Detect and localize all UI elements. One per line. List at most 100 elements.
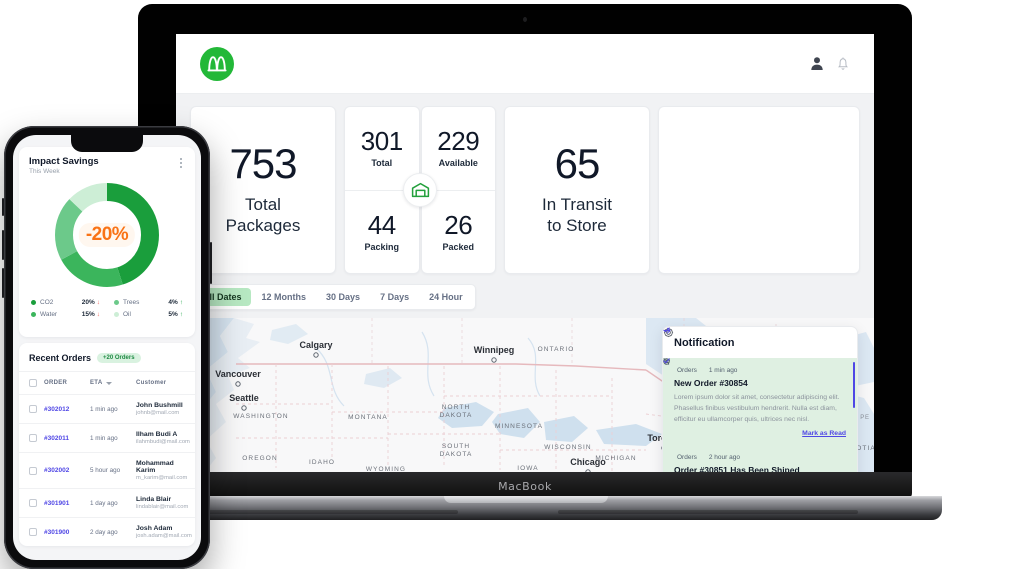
customer-name: Ilham Budi A bbox=[136, 431, 178, 438]
bell-icon[interactable] bbox=[836, 56, 850, 71]
user-icon[interactable] bbox=[810, 56, 824, 71]
column-header-order[interactable]: ORDER bbox=[44, 380, 90, 386]
order-customer: Mohammad Karim m_karim@mail.com bbox=[136, 460, 187, 481]
impact-donut-chart[interactable]: -20% bbox=[29, 175, 185, 295]
shipment-map[interactable]: Calgary Vancouver Seattle Winnipeg Ottaw… bbox=[176, 318, 874, 472]
order-customer: John Bushmill johnb@mail.com bbox=[136, 402, 185, 416]
orders-table-header: ORDER ETA Customer bbox=[19, 371, 195, 394]
notification-category: Orders bbox=[663, 358, 697, 461]
customer-name: Josh Adam bbox=[136, 525, 173, 532]
notification-time: 2 hour ago bbox=[663, 358, 740, 461]
in-transit-label: In Transit to Store bbox=[542, 195, 612, 236]
notification-time-label: 1 min ago bbox=[708, 367, 738, 374]
map-region-oregon: OREGON bbox=[242, 455, 278, 462]
notification-item[interactable]: Orders bbox=[663, 358, 857, 472]
notification-panel: Notification Orders 1 min ago New Order … bbox=[662, 326, 858, 472]
legend-label-trees: Trees bbox=[123, 299, 140, 306]
stat-total-value: 301 bbox=[360, 126, 403, 157]
order-id[interactable]: #302002 bbox=[44, 467, 90, 474]
filter-7-days[interactable]: 7 Days bbox=[371, 288, 418, 306]
notification-category-label: Orders bbox=[677, 367, 697, 374]
legend-item-co2: CO2 20% ↓ bbox=[31, 299, 100, 306]
notification-action[interactable]: Mark as Read bbox=[663, 358, 846, 437]
row-checkbox[interactable] bbox=[29, 528, 37, 536]
legend-row: CO2 20% ↓ Trees 4% ↑ bbox=[31, 299, 183, 306]
notification-item[interactable]: Orders bbox=[663, 358, 857, 445]
laptop-screen: 753 Total Packages 301 Total 44 Packing … bbox=[176, 34, 874, 472]
select-all-checkbox[interactable] bbox=[29, 379, 37, 387]
filter-24-hour[interactable]: 24 Hour bbox=[420, 288, 472, 306]
mark-as-read-link[interactable]: Mark as Read bbox=[802, 430, 846, 437]
recent-orders-badge: +20 Orders bbox=[97, 353, 141, 363]
order-id[interactable]: #302012 bbox=[44, 406, 90, 413]
map-city-seattle: Seattle bbox=[229, 393, 259, 403]
legend-dot-co2 bbox=[31, 300, 36, 305]
row-checkbox[interactable] bbox=[29, 405, 37, 413]
warehouse-icon bbox=[403, 173, 437, 207]
notification-meta: Orders bbox=[663, 358, 846, 461]
stat-packed[interactable]: 26 Packed bbox=[421, 189, 495, 274]
row-checkbox[interactable] bbox=[29, 434, 37, 442]
card-placeholder bbox=[658, 106, 860, 274]
notification-category-label: Orders bbox=[677, 454, 697, 461]
notification-scrollbar[interactable] bbox=[853, 362, 855, 408]
customer-email: m_karim@mail.com bbox=[136, 475, 188, 481]
stat-available[interactable]: 229 Available bbox=[422, 107, 496, 190]
order-id[interactable]: #301901 bbox=[44, 500, 90, 507]
row-checkbox[interactable] bbox=[29, 499, 37, 507]
chevron-down-icon[interactable] bbox=[106, 381, 113, 385]
app-header bbox=[176, 34, 874, 94]
app-logo-icon[interactable] bbox=[200, 46, 234, 81]
filter-30-days[interactable]: 30 Days bbox=[317, 288, 369, 306]
phone-notch bbox=[71, 135, 143, 152]
customer-name: John Bushmill bbox=[136, 402, 183, 409]
map-region-ontario: ONTARIO bbox=[538, 346, 575, 353]
customer-name: Mohammad Karim bbox=[136, 460, 174, 474]
table-row[interactable]: #302002 5 hour ago Mohammad Karim m_kari… bbox=[19, 452, 195, 488]
notification-category: Orders bbox=[663, 358, 697, 374]
order-eta: 2 day ago bbox=[90, 528, 118, 536]
legend-dot-trees bbox=[114, 300, 119, 305]
phone-power-button[interactable] bbox=[210, 242, 212, 284]
table-row[interactable]: #302012 1 min ago John Bushmill johnb@ma… bbox=[19, 394, 195, 423]
map-region-montana: MONTANA bbox=[348, 414, 388, 421]
legend-value-co2: 20% ↓ bbox=[82, 299, 100, 306]
impact-donut-value: -20% bbox=[85, 224, 129, 245]
column-header-eta[interactable]: ETA bbox=[90, 380, 136, 386]
notification-list[interactable]: Orders 1 min ago New Order #30854 Lorem … bbox=[663, 358, 857, 472]
legend-value-water-text: 15% bbox=[81, 311, 95, 318]
column-header-customer[interactable]: Customer bbox=[136, 380, 185, 386]
customer-email: lindablair@mail.com bbox=[136, 504, 189, 510]
map-city-vancouver: Vancouver bbox=[215, 369, 261, 379]
notification-time: 1 min ago bbox=[663, 358, 738, 374]
legend-value-oil: 5% ↑ bbox=[168, 311, 183, 318]
stat-packed-label: Packed bbox=[442, 241, 475, 252]
header-icons bbox=[810, 56, 850, 71]
card-in-transit[interactable]: 65 In Transit to Store bbox=[504, 106, 650, 274]
map-region-michigan: MICHIGAN bbox=[595, 455, 636, 462]
map-region-north-dakota: NORTH bbox=[442, 404, 471, 411]
legend-item-oil: Oil 5% ↑ bbox=[114, 311, 183, 318]
table-row[interactable]: #301900 2 day ago Josh Adam josh.adam@ma… bbox=[19, 517, 195, 546]
webcam-icon bbox=[523, 17, 527, 22]
in-transit-label-line1: In Transit bbox=[542, 195, 612, 215]
table-row[interactable]: #301901 1 day ago Linda Blair lindablair… bbox=[19, 488, 195, 517]
impact-savings-title: Impact Savings bbox=[29, 156, 99, 167]
arrow-down-icon: ↓ bbox=[96, 299, 100, 306]
legend-dot-water bbox=[31, 312, 36, 317]
order-id[interactable]: #302011 bbox=[44, 435, 90, 442]
legend-label-water: Water bbox=[40, 311, 58, 318]
scene: 753 Total Packages 301 Total 44 Packing … bbox=[0, 0, 1014, 569]
order-id[interactable]: #301900 bbox=[44, 529, 90, 536]
legend-row: Water 15% ↓ Oil 5% ↑ bbox=[31, 311, 183, 318]
impact-legend: CO2 20% ↓ Trees 4% ↑ Water 15% ↓ Oil 5% … bbox=[29, 295, 185, 331]
table-row[interactable]: #302011 1 min ago Ilham Budi A ilahmbudi… bbox=[19, 423, 195, 452]
order-eta: 1 min ago bbox=[90, 405, 118, 413]
map-region-idaho: IDAHO bbox=[309, 459, 335, 466]
kebab-menu-icon[interactable] bbox=[177, 156, 185, 170]
legend-value-oil-text: 5% bbox=[168, 311, 178, 318]
customer-email: ilahmbudi@mail.com bbox=[136, 439, 190, 445]
laptop-device: 753 Total Packages 301 Total 44 Packing … bbox=[110, 4, 942, 520]
filter-12-months[interactable]: 12 Months bbox=[253, 288, 316, 306]
row-checkbox[interactable] bbox=[29, 466, 37, 475]
